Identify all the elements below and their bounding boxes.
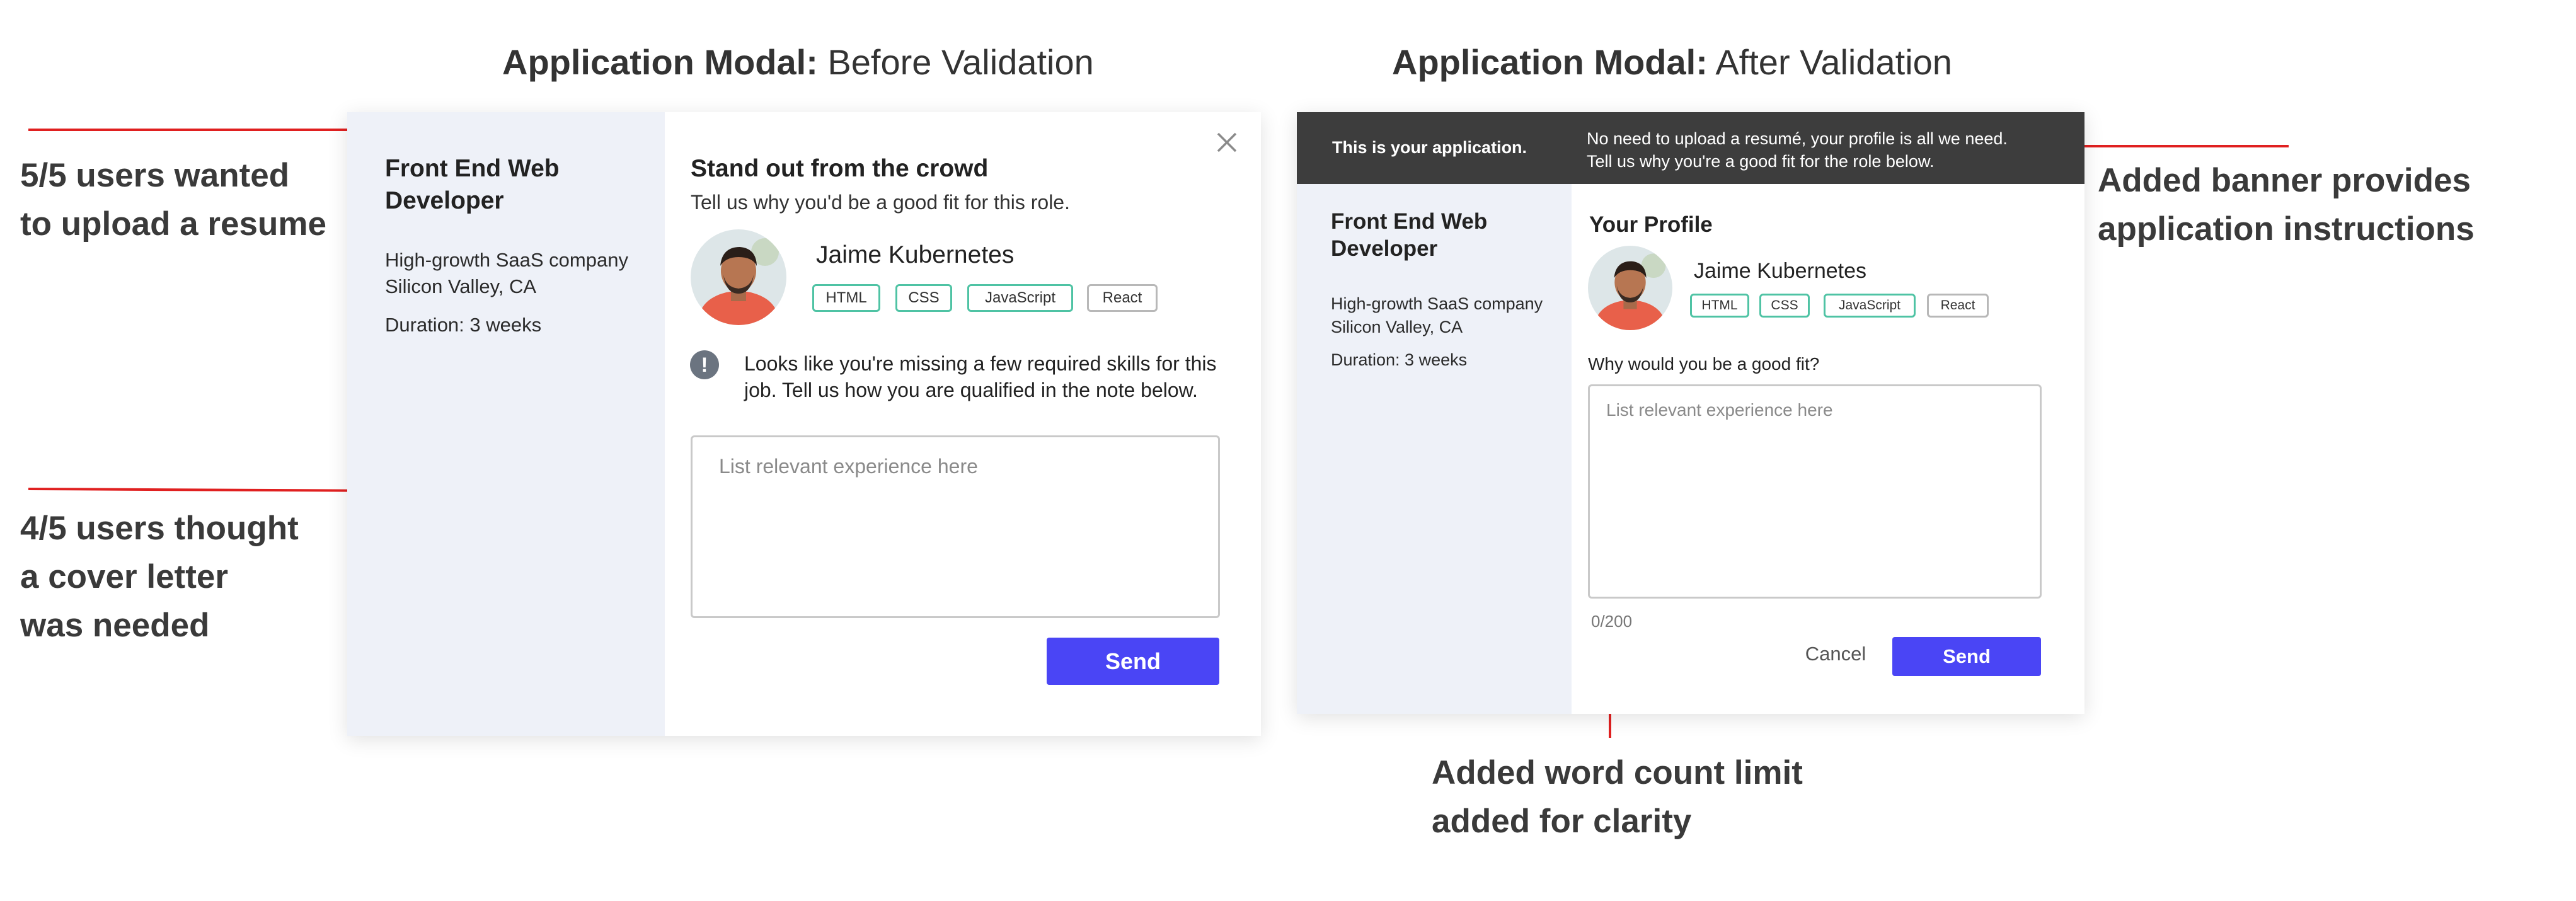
job-title-line: Front End Web xyxy=(385,155,560,182)
job-details: High-growth SaaS company Silicon Valley,… xyxy=(385,247,628,300)
skill-chip-javascript: JavaScript xyxy=(1824,294,1916,318)
candidate-name: Jaime Kubernetes xyxy=(1694,259,1867,283)
candidate-avatar xyxy=(691,229,786,325)
skill-chip-css: CSS xyxy=(1759,294,1810,318)
experience-textarea[interactable]: List relevant experience here xyxy=(1588,384,2042,599)
annotation-line: to upload a resume xyxy=(20,205,326,243)
before-modal: Front End Web Developer High-growth SaaS… xyxy=(347,112,1261,736)
annotation-line: Added word count limit xyxy=(1432,754,1803,791)
after-header-rest: After Validation xyxy=(1707,42,1952,82)
job-title: Front End Web Developer xyxy=(385,152,560,217)
job-title-line: Developer xyxy=(385,187,504,214)
job-company: High-growth SaaS company xyxy=(385,249,628,271)
job-details: High-growth SaaS company Silicon Valley,… xyxy=(1331,292,1543,339)
job-location: Silicon Valley, CA xyxy=(385,275,537,297)
annotation-line: a cover letter xyxy=(20,558,228,595)
modal-heading: Stand out from the crowd xyxy=(691,155,989,182)
job-title-line: Front End Web xyxy=(1331,209,1488,234)
experience-textarea[interactable]: List relevant experience here xyxy=(691,435,1220,618)
job-duration: Duration: 3 weeks xyxy=(1331,350,1468,369)
after-header: Application Modal: After Validation xyxy=(1392,42,1952,83)
textarea-placeholder: List relevant experience here xyxy=(719,455,978,478)
question-label: Why would you be a good fit? xyxy=(1588,354,1820,374)
send-button[interactable]: Send xyxy=(1892,637,2041,676)
modal-subheading: Tell us why you'd be a good fit for this… xyxy=(691,191,1070,214)
annotation-line: was needed xyxy=(20,607,210,644)
annotation-pointer-banner xyxy=(2062,145,2289,147)
instruction-banner: This is your application. No need to upl… xyxy=(1297,112,2084,184)
before-header-bold: Application Modal: xyxy=(502,42,818,82)
annotation-line: application instructions xyxy=(2098,210,2475,248)
warning-line: job. Tell us how you are qualified in th… xyxy=(744,379,1198,401)
annotation-line: 4/5 users thought xyxy=(20,510,299,547)
cancel-button[interactable]: Cancel xyxy=(1798,635,1873,673)
exclamation-icon: ! xyxy=(690,350,719,379)
missing-skills-warning: Looks like you're missing a few required… xyxy=(744,350,1217,403)
job-title-line: Developer xyxy=(1331,236,1438,261)
annotation-pointer-resume xyxy=(28,129,400,131)
annotation-resume: 5/5 users wanted to upload a resume xyxy=(20,151,326,248)
annotation-line: 5/5 users wanted xyxy=(20,157,290,194)
skill-chip-javascript: JavaScript xyxy=(967,284,1073,312)
candidate-avatar xyxy=(1588,246,1672,330)
profile-heading: Your Profile xyxy=(1589,212,1713,237)
skill-chip-react: React xyxy=(1087,284,1158,312)
skill-chip-react: React xyxy=(1927,294,1989,318)
job-location: Silicon Valley, CA xyxy=(1331,318,1463,336)
annotation-banner: Added banner provides application instru… xyxy=(2098,156,2475,253)
after-modal: This is your application. No need to upl… xyxy=(1297,112,2084,714)
job-duration: Duration: 3 weeks xyxy=(385,314,542,336)
job-sidebar: Front End Web Developer High-growth SaaS… xyxy=(1297,184,1572,714)
close-icon[interactable] xyxy=(1216,131,1238,154)
banner-text: No need to upload a resumé, your profile… xyxy=(1587,127,2008,173)
annotation-wordcount: Added word count limit added for clarity xyxy=(1432,749,1803,846)
skill-chip-html: HTML xyxy=(1690,294,1749,318)
skill-chip-css: CSS xyxy=(895,284,952,312)
banner-title: This is your application. xyxy=(1332,138,1527,157)
before-header-rest: Before Validation xyxy=(817,42,1094,82)
annotation-line: added for clarity xyxy=(1432,803,1692,840)
banner-line: No need to upload a resumé, your profile… xyxy=(1587,129,2008,148)
banner-line: Tell us why you're a good fit for the ro… xyxy=(1587,152,1935,171)
warning-line: Looks like you're missing a few required… xyxy=(744,352,1217,375)
annotation-line: Added banner provides xyxy=(2098,162,2471,199)
textarea-placeholder: List relevant experience here xyxy=(1606,400,1833,420)
annotation-cover-letter: 4/5 users thought a cover letter was nee… xyxy=(20,504,299,650)
before-header: Application Modal: Before Validation xyxy=(502,42,1094,83)
job-sidebar: Front End Web Developer High-growth SaaS… xyxy=(347,112,665,736)
skill-chip-html: HTML xyxy=(812,284,880,312)
send-button[interactable]: Send xyxy=(1047,638,1219,685)
after-header-bold: Application Modal: xyxy=(1392,42,1708,82)
candidate-name: Jaime Kubernetes xyxy=(816,241,1015,268)
job-title: Front End Web Developer xyxy=(1331,208,1487,262)
job-company: High-growth SaaS company xyxy=(1331,294,1543,313)
character-counter: 0/200 xyxy=(1591,612,1633,631)
